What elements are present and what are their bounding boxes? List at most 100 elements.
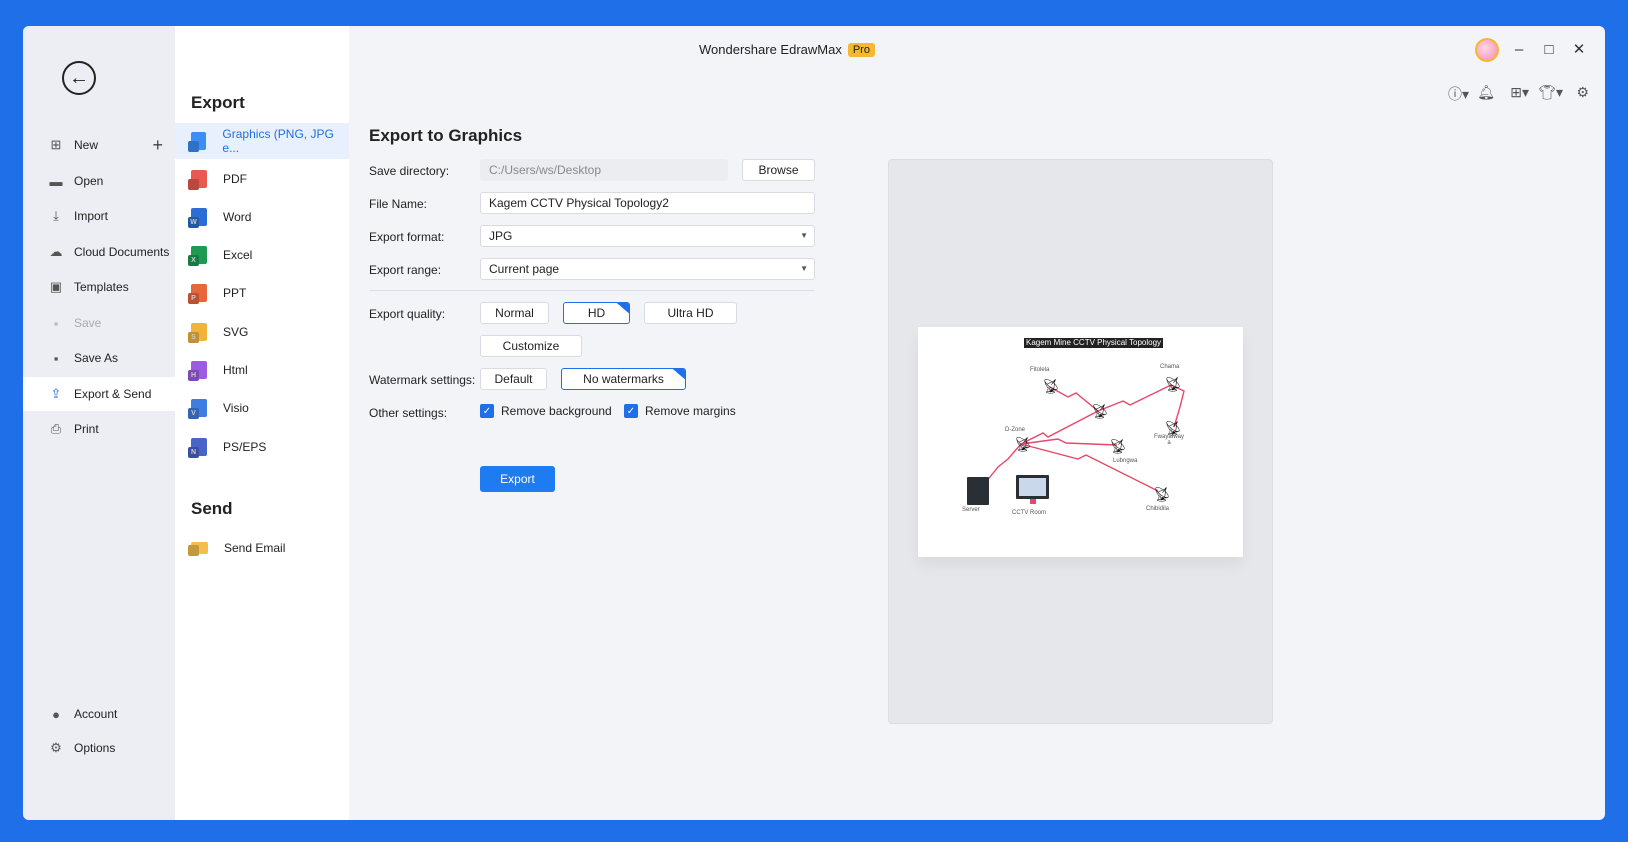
nav-cloud-documents[interactable]: ☁ Cloud Documents xyxy=(23,235,175,269)
type-ppt[interactable]: PPT xyxy=(175,275,349,311)
type-html[interactable]: Html xyxy=(175,352,349,388)
nav-save: ▪ Save xyxy=(23,306,175,340)
remove-background-checkbox[interactable]: ✓ Remove background xyxy=(480,404,612,418)
excel-file-icon xyxy=(191,246,207,264)
server-icon xyxy=(967,477,989,505)
dropdown-arrow-icon: ▼ xyxy=(800,264,808,273)
email-icon xyxy=(191,542,208,554)
save-directory-label: Save directory: xyxy=(369,164,450,178)
watermark-none-button[interactable]: No watermarks xyxy=(561,368,686,390)
preview-page: Kagem Mine CCTV Physical Topology 📡︎ 📡︎ xyxy=(918,327,1243,557)
bell-icon[interactable]: 🔔︎ xyxy=(1477,84,1495,101)
apps-grid-icon[interactable]: ⊞▾ xyxy=(1510,84,1529,101)
dropdown-arrow-icon: ▼ xyxy=(800,231,808,240)
type-label: Graphics (PNG, JPG e... xyxy=(222,127,334,155)
avatar[interactable] xyxy=(1475,38,1499,62)
type-visio[interactable]: Visio xyxy=(175,390,349,426)
type-label: Word xyxy=(223,210,252,224)
node-label: Server xyxy=(962,507,980,513)
form-title: Export to Graphics xyxy=(369,126,523,145)
visio-file-icon xyxy=(191,399,207,417)
plus-icon[interactable]: + xyxy=(152,135,163,156)
nav-import[interactable]: ⤓ Import xyxy=(23,199,175,233)
type-label: SVG xyxy=(223,325,249,339)
arrow-left-icon: ← xyxy=(69,67,89,89)
export-button[interactable]: Export xyxy=(480,466,555,492)
eps-file-icon xyxy=(191,438,207,456)
tower-icon: 📡︎ xyxy=(1164,376,1182,392)
type-label: PS/EPS xyxy=(223,440,267,454)
file-name-label: File Name: xyxy=(369,197,428,211)
close-button[interactable]: ✕ xyxy=(1569,38,1589,62)
topology-diagram: 📡︎ 📡︎ 📡︎ 📡︎ 📡︎ 📡︎ 📡︎ xyxy=(967,376,1185,505)
print-icon: ⎙ xyxy=(50,421,62,436)
nav-options[interactable]: ⚙ Options xyxy=(23,731,175,765)
tower-icon: 📡︎ xyxy=(1014,436,1032,452)
ppt-file-icon xyxy=(191,284,207,302)
nav-templates[interactable]: ▣ Templates xyxy=(23,270,175,304)
quality-hd-button[interactable]: HD xyxy=(563,302,630,324)
nav-label: Open xyxy=(74,174,104,188)
watermark-label: Watermark settings: xyxy=(369,373,476,387)
type-label: PDF xyxy=(223,172,247,186)
type-pdf[interactable]: PDF xyxy=(175,161,349,197)
remove-margins-checkbox[interactable]: ✓ Remove margins xyxy=(624,404,736,418)
save-icon: ▪ xyxy=(53,315,59,331)
maximize-button[interactable]: □ xyxy=(1539,38,1559,62)
nav-label: Templates xyxy=(74,280,129,294)
minimize-button[interactable]: – xyxy=(1509,38,1529,62)
quality-ultra-hd-button[interactable]: Ultra HD xyxy=(644,302,737,324)
checkmark-icon: ✓ xyxy=(624,404,638,418)
nav-export-send[interactable]: ⇪ Export & Send xyxy=(23,377,175,411)
file-name-input[interactable]: Kagem CCTV Physical Topology2 xyxy=(480,192,815,214)
other-settings-label: Other settings: xyxy=(369,406,448,420)
tower-icon: 📡︎ xyxy=(1153,486,1171,502)
shirt-icon[interactable]: 👕︎▾ xyxy=(1538,84,1563,101)
export-format-select[interactable]: JPG ▼ xyxy=(480,225,815,247)
nav-print[interactable]: ⎙ Print xyxy=(23,412,175,446)
export-range-select[interactable]: Current page ▼ xyxy=(480,258,815,280)
nav-open[interactable]: ▬ Open xyxy=(23,164,175,198)
save-as-icon: ▪ xyxy=(53,350,59,366)
svg-file-icon xyxy=(191,323,207,341)
quality-normal-button[interactable]: Normal xyxy=(480,302,549,324)
nav-label: Options xyxy=(74,741,116,755)
link-line xyxy=(1097,384,1172,412)
back-button[interactable]: ← xyxy=(62,61,96,95)
tower-icon: 📡︎ xyxy=(1042,378,1060,394)
settings-gear-icon[interactable]: ⚙ xyxy=(1576,84,1589,101)
node-label: Lubngwa xyxy=(1113,458,1138,464)
watermark-default-button[interactable]: Default xyxy=(480,368,547,390)
gear-icon: ⚙ xyxy=(50,740,62,755)
nav-label: Import xyxy=(74,209,109,223)
type-excel[interactable]: Excel xyxy=(175,237,349,273)
nav-label: Cloud Documents xyxy=(74,245,170,259)
type-word[interactable]: Word xyxy=(175,199,349,235)
help-icon[interactable]: ⓘ▾ xyxy=(1448,84,1469,104)
image-file-icon xyxy=(191,132,207,150)
type-label: Visio xyxy=(223,401,249,415)
export-heading: Export xyxy=(191,93,245,112)
type-send-email[interactable]: Send Email xyxy=(175,530,349,566)
nav-label: Account xyxy=(74,707,118,721)
remove-background-label: Remove background xyxy=(501,404,612,418)
type-ps-eps[interactable]: PS/EPS xyxy=(175,429,349,465)
nav-label: Print xyxy=(74,422,99,436)
browse-button[interactable]: Browse xyxy=(742,159,815,181)
nav-new[interactable]: ⊞ New + xyxy=(23,128,175,162)
divider xyxy=(369,290,815,291)
nav-account[interactable]: ● Account xyxy=(23,697,175,731)
nav-label: Save xyxy=(74,316,102,330)
nav-save-as[interactable]: ▪ Save As xyxy=(23,341,175,375)
type-graphics[interactable]: Graphics (PNG, JPG e... xyxy=(175,123,349,159)
import-icon: ⤓ xyxy=(53,208,59,223)
app-window: ← ⊞ New + ▬ Open ⤓ Import ☁ Cloud Docume… xyxy=(23,26,1605,820)
folder-icon: ▬ xyxy=(49,173,63,189)
customize-button[interactable]: Customize xyxy=(480,335,582,357)
export-format-value: JPG xyxy=(489,229,513,243)
save-directory-field: C:/Users/ws/Desktop xyxy=(480,159,728,181)
nav-label: Export & Send xyxy=(74,387,152,401)
type-svg[interactable]: SVG xyxy=(175,314,349,350)
export-quality-label: Export quality: xyxy=(369,307,446,321)
pdf-file-icon xyxy=(191,170,207,188)
